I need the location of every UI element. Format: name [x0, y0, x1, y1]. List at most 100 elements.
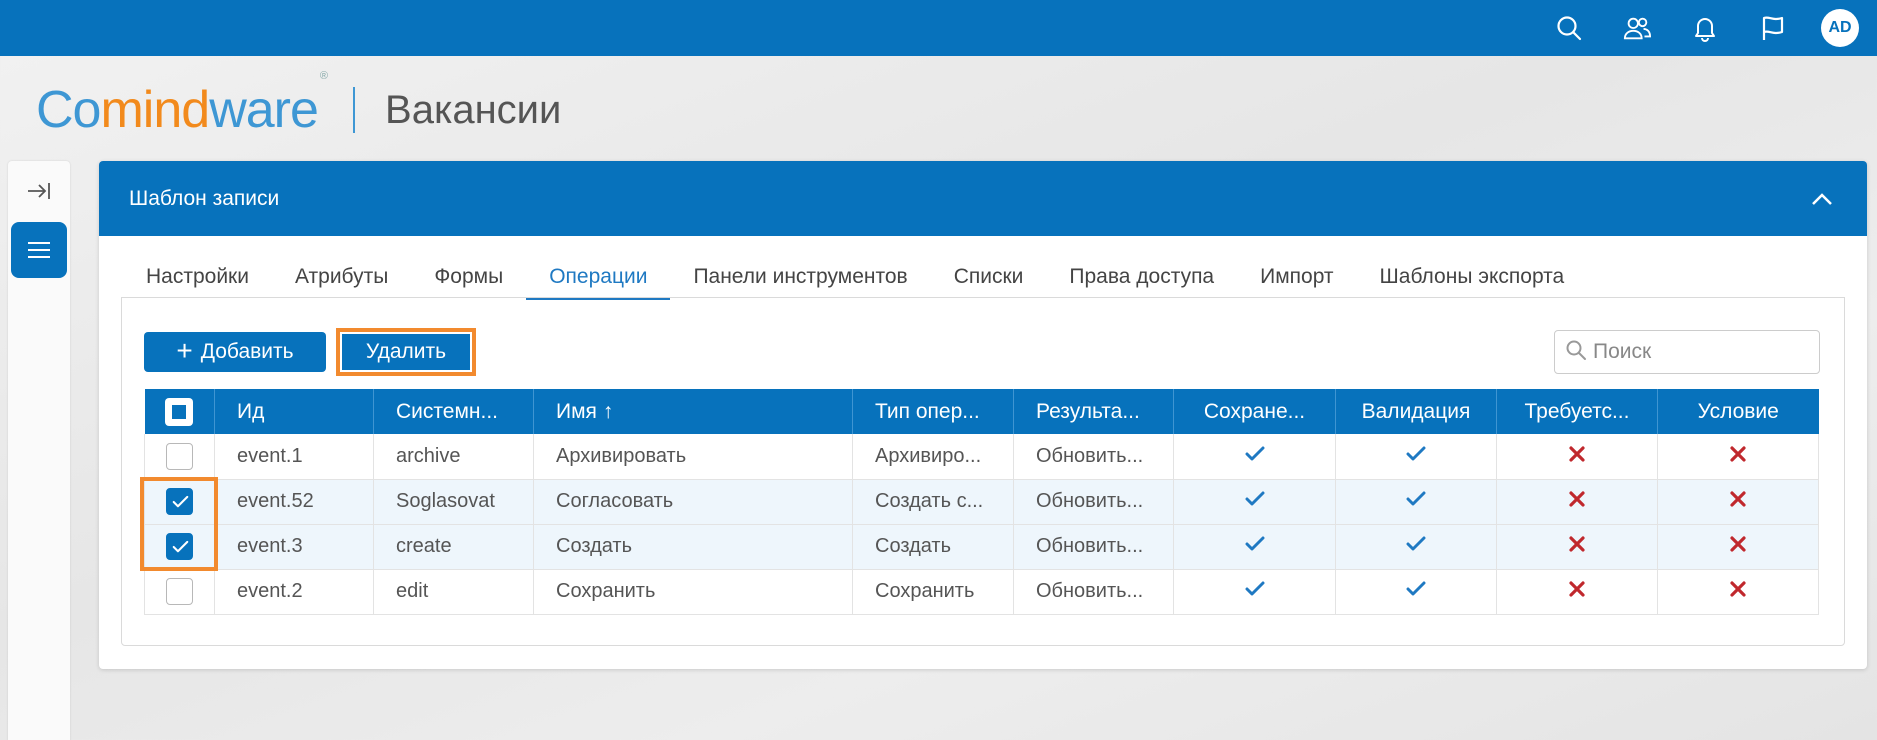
top-bar: AD [0, 0, 1877, 56]
column-header[interactable]: Системн... [373, 389, 534, 434]
cross-icon [1730, 580, 1746, 602]
panel-header: Шаблон записи [99, 161, 1867, 236]
column-header[interactable]: Валидация [1335, 389, 1497, 434]
menu-icon[interactable] [11, 222, 67, 278]
record-template-panel: Шаблон записи Настройки Атрибуты Формы Опер… [99, 161, 1867, 669]
cell-save [1173, 479, 1336, 525]
cell-result: Обновить... [1013, 434, 1174, 480]
search-input[interactable] [1593, 340, 1813, 364]
cell-condition [1657, 479, 1819, 525]
cell-result: Обновить... [1013, 569, 1174, 615]
tab-item[interactable]: Импорт [1237, 262, 1356, 300]
search-box[interactable] [1554, 330, 1820, 374]
cross-icon [1569, 445, 1585, 467]
cell-name: Создать [533, 524, 853, 570]
operations-tab-content: + Добавить Удалить Ид Системн... [121, 297, 1845, 646]
cell-validate [1335, 434, 1497, 480]
column-header[interactable]: Результа... [1013, 389, 1174, 434]
table-header-row: Ид Системн... Имя ↑ Тип опер... Результа.… [144, 389, 1819, 434]
cell-validate [1335, 569, 1497, 615]
expand-sidebar-icon[interactable] [24, 176, 54, 206]
check-icon [1245, 445, 1265, 467]
tab-item[interactable]: Панели инструментов [670, 262, 930, 300]
panel-title: Шаблон записи [129, 186, 280, 210]
table-row[interactable]: event.3 create Создать Создать Обновить... [144, 524, 1819, 570]
cell-id: event.3 [214, 524, 374, 570]
cell-required [1496, 479, 1658, 525]
cell-condition [1657, 434, 1819, 480]
tab-item[interactable]: Списки [931, 262, 1047, 300]
cell-type: Архивиро... [852, 434, 1014, 480]
cell-type: Создать [852, 524, 1014, 570]
row-checkbox[interactable] [166, 578, 193, 605]
tab-item[interactable]: Права доступа [1046, 262, 1237, 300]
check-icon [1406, 490, 1426, 512]
cell-result: Обновить... [1013, 479, 1174, 525]
page-title: Вакансии [385, 87, 562, 132]
add-button[interactable]: + Добавить [144, 332, 326, 372]
cell-condition [1657, 524, 1819, 570]
cross-icon [1569, 490, 1585, 512]
column-header[interactable]: Тип опер... [852, 389, 1014, 434]
row-checkbox[interactable] [166, 533, 193, 560]
cell-required [1496, 524, 1658, 570]
row-select-cell [144, 434, 215, 480]
cross-icon [1730, 490, 1746, 512]
check-icon [1406, 580, 1426, 602]
tab-item[interactable]: Формы [411, 262, 526, 300]
flag-icon[interactable] [1739, 0, 1807, 56]
tab-item[interactable]: Атрибуты [272, 262, 411, 300]
chevron-up-icon[interactable] [1807, 184, 1837, 214]
delete-button[interactable]: Удалить [342, 334, 470, 370]
cell-system-name: archive [373, 434, 534, 480]
table-row[interactable]: event.52 Soglasovat Согласовать Создать с..… [144, 479, 1819, 525]
cell-save [1173, 524, 1336, 570]
table-row[interactable]: event.1 archive Архивировать Архивиро... Обн… [144, 434, 1819, 480]
column-header[interactable]: Требуетс... [1496, 389, 1658, 434]
check-icon [1245, 490, 1265, 512]
cell-system-name: Soglasovat [373, 479, 534, 525]
tab-item[interactable]: Шаблоны экспорта [1357, 262, 1588, 300]
tab-item[interactable]: Операции [526, 262, 671, 300]
cell-save [1173, 434, 1336, 480]
row-select-cell [144, 479, 215, 525]
cell-validate [1335, 524, 1497, 570]
cell-validate [1335, 479, 1497, 525]
cross-icon [1730, 535, 1746, 557]
column-header[interactable]: Ид [214, 389, 374, 434]
avatar[interactable]: AD [1821, 9, 1859, 47]
tab-bar: Настройки Атрибуты Формы Операции Панели инс… [123, 262, 1587, 300]
column-header-name[interactable]: Имя ↑ [533, 389, 853, 434]
tab-item[interactable]: Настройки [123, 262, 272, 300]
row-select-cell [144, 524, 215, 570]
cell-type: Создать с... [852, 479, 1014, 525]
table-row[interactable]: event.2 edit Сохранить Сохранить Обновить... [144, 569, 1819, 615]
users-icon[interactable] [1603, 0, 1671, 56]
cell-system-name: edit [373, 569, 534, 615]
cell-save [1173, 569, 1336, 615]
bell-icon[interactable] [1671, 0, 1739, 56]
page-header: Comindware® Вакансии [36, 70, 562, 138]
header-divider [353, 87, 356, 133]
column-header[interactable]: Сохране... [1173, 389, 1336, 434]
check-icon [1406, 535, 1426, 557]
row-checkbox[interactable] [166, 488, 193, 515]
select-all-column [144, 389, 215, 434]
check-icon [1245, 580, 1265, 602]
search-icon[interactable] [1535, 0, 1603, 56]
cell-type: Сохранить [852, 569, 1014, 615]
left-rail [8, 161, 70, 740]
plus-icon: + [176, 334, 193, 366]
cell-id: event.2 [214, 569, 374, 615]
column-header[interactable]: Условие [1658, 389, 1819, 434]
cell-required [1496, 434, 1658, 480]
search-icon [1565, 339, 1587, 366]
comindware-logo[interactable]: Comindware® [36, 70, 328, 136]
select-all-checkbox[interactable] [165, 397, 194, 426]
cross-icon [1730, 445, 1746, 467]
cross-icon [1569, 535, 1585, 557]
row-checkbox[interactable] [166, 442, 193, 470]
row-select-cell [144, 569, 215, 615]
cross-icon [1569, 580, 1585, 602]
cell-name: Сохранить [533, 569, 853, 615]
